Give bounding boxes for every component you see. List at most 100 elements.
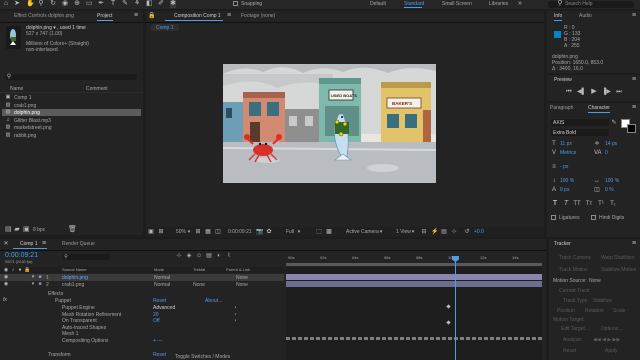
zoom-dropdown-icon[interactable]: ▾ bbox=[186, 228, 192, 236]
project-item[interactable]: ▨ dolphin.png bbox=[2, 109, 141, 116]
expand-arrow-icon[interactable]: ▾ bbox=[30, 281, 36, 288]
viewer-menu-icon[interactable]: ≡ bbox=[226, 12, 232, 20]
last-frame-icon[interactable]: ⏭ bbox=[615, 88, 623, 96]
lock-icon[interactable]: 🔒 bbox=[148, 12, 155, 20]
preview-menu-icon[interactable]: ≡ bbox=[631, 76, 637, 84]
tab-info[interactable]: Info bbox=[554, 13, 562, 19]
views-select[interactable]: 1 View bbox=[396, 229, 411, 235]
vertical-scale-value[interactable]: 100 % bbox=[560, 178, 574, 184]
track-camera-button[interactable]: Track Camera bbox=[559, 255, 591, 261]
property-label[interactable]: On Transparent bbox=[62, 318, 97, 324]
selection-tool-icon[interactable]: ➤ bbox=[14, 0, 20, 8]
camera-select[interactable]: Active Camera bbox=[346, 229, 379, 235]
time-ruler[interactable]: 00s 02s 04s 06s 08s 10s 12s 14s bbox=[286, 254, 542, 266]
magnification-icon[interactable]: ⊞ bbox=[158, 228, 164, 236]
small-caps-icon[interactable]: Tт bbox=[585, 200, 593, 208]
first-frame-icon[interactable]: ⏮ bbox=[565, 88, 573, 96]
analyze-controls[interactable]: ◀◀ ◀ ▶ ▶▶ bbox=[593, 337, 620, 343]
panel-menu-icon[interactable]: ≡ bbox=[133, 12, 139, 20]
tracking-value[interactable]: 0 bbox=[605, 150, 608, 156]
font-size-value[interactable]: 11 px bbox=[560, 141, 572, 147]
warp-stabilizer-button[interactable]: Warp Stabilizer bbox=[601, 255, 635, 261]
new-folder-icon[interactable]: ▰ bbox=[14, 226, 20, 234]
bit-depth[interactable]: 8 bpc bbox=[33, 227, 45, 233]
graph-editor-icon[interactable]: ⌇ bbox=[226, 252, 232, 260]
project-item[interactable]: ▨ rabbit.png bbox=[2, 132, 141, 139]
eraser-tool-icon[interactable]: ◧ bbox=[146, 0, 153, 8]
transform-label[interactable]: Transform bbox=[48, 352, 71, 358]
superscript-icon[interactable]: T¹ bbox=[597, 200, 605, 208]
eye-icon[interactable]: ◉ bbox=[3, 274, 9, 281]
layer-bar-crab[interactable] bbox=[286, 281, 542, 287]
col-mode[interactable]: Mode bbox=[154, 267, 164, 272]
flowchart-icon[interactable]: ⊹ bbox=[451, 228, 457, 236]
pen-tool-icon[interactable]: ✒ bbox=[98, 0, 104, 8]
character-menu-icon[interactable]: ≡ bbox=[631, 104, 637, 112]
workspace-default[interactable]: Default bbox=[370, 1, 386, 7]
col-trkmat[interactable]: TrkMat bbox=[193, 267, 205, 272]
layer-mode[interactable]: Normal bbox=[154, 282, 170, 288]
hindi-digits-checkbox[interactable] bbox=[591, 215, 596, 220]
previous-frame-icon[interactable]: ◀▌ bbox=[577, 88, 586, 96]
edit-target-button[interactable]: Edit Target... bbox=[561, 326, 589, 332]
ligatures-checkbox[interactable] bbox=[551, 215, 556, 220]
leading-value[interactable]: 14 px bbox=[605, 141, 617, 147]
layer-bar-dolphin[interactable] bbox=[286, 274, 542, 280]
timeline-timecode[interactable]: 0:00:09:21 bbox=[5, 252, 38, 259]
resolution-select[interactable]: Full bbox=[286, 229, 294, 235]
property-label[interactable]: Auto-traced Shapes bbox=[62, 325, 106, 331]
layer-row[interactable]: ◉ ▾ ■ 2 crab1.png Normal None None bbox=[0, 281, 284, 288]
layer-row[interactable]: ◉ ▾ ■ 1 dolphin.png Normal None bbox=[0, 274, 284, 281]
pan-behind-tool-icon[interactable]: ⊕ bbox=[74, 0, 80, 8]
effects-label[interactable]: Effects bbox=[48, 291, 63, 297]
puppet-reset[interactable]: Reset bbox=[153, 298, 166, 304]
toggle-switches-modes[interactable]: Toggle Switches / Modes bbox=[175, 354, 230, 360]
options-button[interactable]: Options... bbox=[601, 326, 622, 332]
property-value[interactable]: Off bbox=[153, 318, 160, 324]
views-dropdown-icon[interactable]: ▾ bbox=[410, 228, 416, 236]
rotate-tool-icon[interactable]: ↻ bbox=[50, 0, 56, 8]
faux-bold-icon[interactable]: T bbox=[551, 200, 559, 208]
resolution-dropdown-icon[interactable]: ▾ bbox=[296, 228, 302, 236]
stroke-width-value[interactable]: - px bbox=[560, 164, 568, 170]
property-label[interactable]: Compositing Options bbox=[62, 338, 108, 344]
font-style-select[interactable]: Extra Bold bbox=[551, 129, 609, 136]
option-rotation[interactable]: Rotation bbox=[585, 308, 604, 314]
camera-tool-icon[interactable]: ◉ bbox=[62, 0, 68, 8]
snapping-label[interactable]: Snapping bbox=[241, 1, 262, 7]
property-label[interactable]: Mesh 1 bbox=[62, 331, 78, 337]
motion-source-select[interactable]: None bbox=[589, 278, 601, 284]
close-tab-icon[interactable]: ✕ bbox=[3, 240, 9, 248]
workspace-small-screen[interactable]: Small Screen bbox=[442, 1, 472, 7]
property-value[interactable]: + — bbox=[153, 338, 162, 344]
keyframe-marker[interactable] bbox=[446, 320, 451, 325]
layer-label-color[interactable]: ■ bbox=[37, 274, 43, 281]
toggle-pixel-aspect-icon[interactable]: ⊟ bbox=[421, 228, 427, 236]
help-search-box[interactable]: ⚲ Search Help bbox=[548, 0, 634, 8]
always-preview-icon[interactable]: ▣ bbox=[148, 228, 154, 236]
tab-composition[interactable]: Composition Comp 1 bbox=[174, 13, 221, 19]
tab-audio[interactable]: Audio bbox=[579, 13, 592, 19]
play-icon[interactable]: ▶ bbox=[590, 88, 598, 96]
work-area-bar[interactable] bbox=[286, 263, 542, 266]
all-caps-icon[interactable]: TT bbox=[573, 200, 581, 208]
zoom-level[interactable]: 50% bbox=[176, 229, 186, 235]
col-source-name[interactable]: Source Name bbox=[62, 267, 86, 272]
track-area[interactable] bbox=[286, 267, 542, 360]
tab-character[interactable]: Character bbox=[588, 105, 610, 111]
track-type-value[interactable]: Stabilize bbox=[593, 298, 612, 304]
layer-parent[interactable]: None bbox=[236, 282, 248, 288]
comp-mini-flowchart-icon[interactable]: ⊹ bbox=[176, 252, 182, 260]
brush-tool-icon[interactable]: ✎ bbox=[122, 0, 128, 8]
exposure-value[interactable]: +0.0 bbox=[474, 229, 484, 235]
transform-reset[interactable]: Reset bbox=[153, 352, 166, 358]
stabilize-motion-button[interactable]: Stabilize Motion bbox=[601, 267, 636, 273]
mask-visibility-icon[interactable]: ◫ bbox=[215, 228, 221, 236]
reset-button[interactable]: Reset bbox=[563, 348, 576, 354]
property-label[interactable]: Mesh Rotation Refinement bbox=[62, 312, 121, 318]
tracker-menu-icon[interactable]: ≡ bbox=[631, 240, 637, 248]
timeline-search-input[interactable]: ⚲ bbox=[62, 254, 110, 260]
next-frame-icon[interactable]: ▐▶ bbox=[602, 88, 611, 96]
frame-blending-icon[interactable]: ▤ bbox=[206, 252, 212, 260]
hand-tool-icon[interactable]: ✋ bbox=[26, 0, 35, 8]
